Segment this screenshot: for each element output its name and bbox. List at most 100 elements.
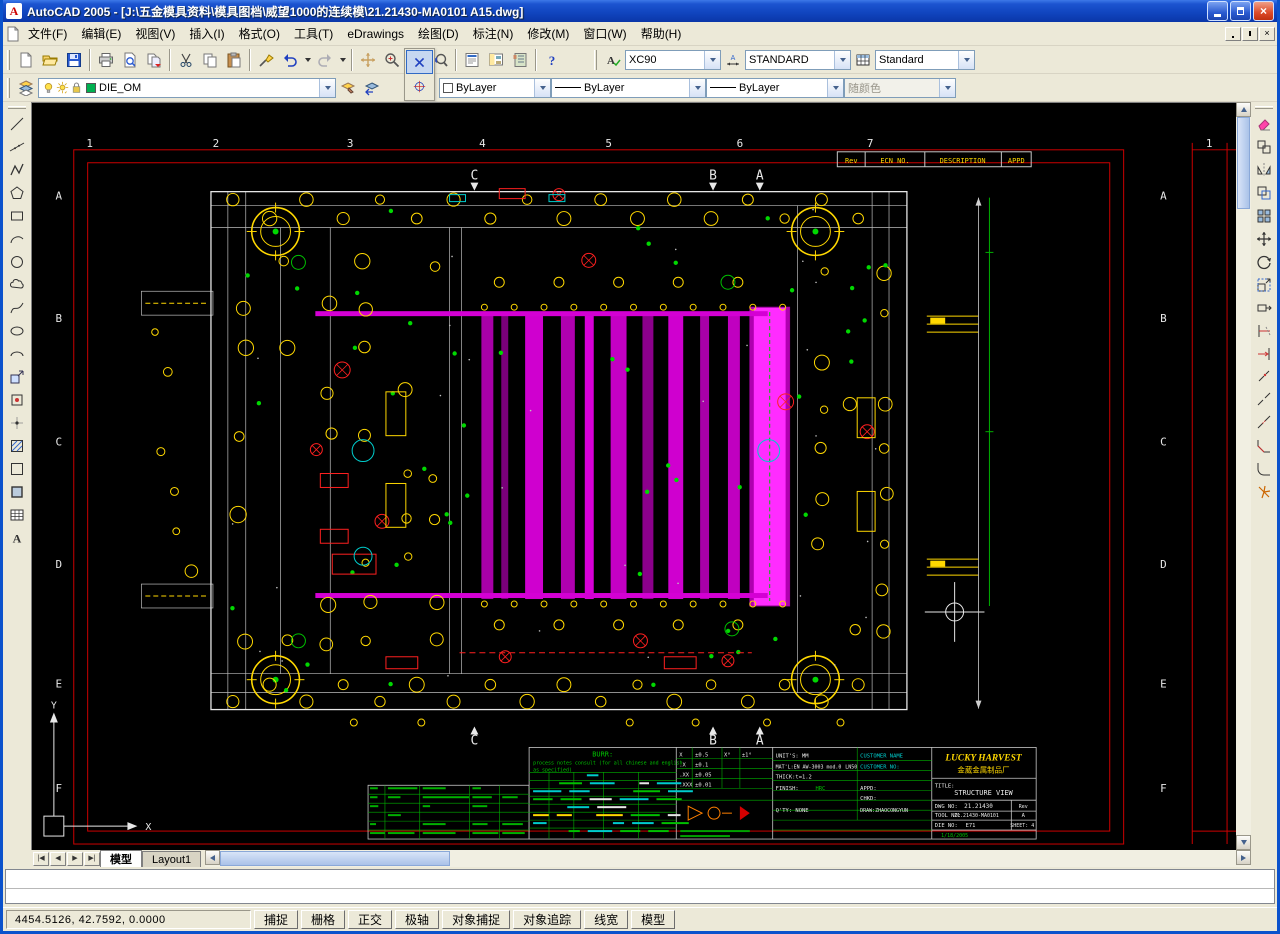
insert-block-button[interactable] — [5, 365, 29, 388]
snap-toggle[interactable]: 捕捉 — [254, 910, 299, 929]
trim-button[interactable] — [1252, 319, 1276, 342]
chevron-down-icon[interactable] — [958, 50, 974, 69]
horizontal-scrollbar[interactable] — [205, 850, 1251, 867]
scroll-left-button[interactable] — [205, 850, 221, 865]
scroll-up-button[interactable] — [1236, 102, 1251, 117]
undo-dropdown[interactable] — [302, 48, 313, 72]
dim-style-combo[interactable]: STANDARD — [745, 49, 851, 70]
tab-layout1[interactable]: Layout1 — [142, 851, 202, 867]
spline-button[interactable] — [5, 296, 29, 319]
pan-button[interactable] — [356, 47, 380, 72]
tab-first-button[interactable]: |◀ — [33, 851, 49, 866]
sun-freeze-icon[interactable] — [56, 81, 69, 94]
floating-target-button[interactable] — [406, 74, 433, 98]
hatch-button[interactable] — [5, 434, 29, 457]
multiline-text-button[interactable] — [5, 526, 29, 549]
menu-insert[interactable]: 插入(I) — [182, 22, 231, 45]
chevron-down-icon[interactable] — [319, 78, 335, 97]
redo-button[interactable] — [313, 47, 337, 72]
vertical-scroll-thumb[interactable] — [1237, 117, 1250, 209]
menu-edrawings[interactable]: eDrawings — [340, 24, 411, 44]
array-button[interactable] — [1252, 204, 1276, 227]
rotate-button[interactable] — [1252, 250, 1276, 273]
menu-edit[interactable]: 编辑(E) — [74, 22, 128, 45]
layer-combo[interactable]: DIE_OM — [38, 77, 336, 98]
open-button[interactable] — [38, 47, 62, 72]
extend-button[interactable] — [1252, 342, 1276, 365]
revision-cloud-button[interactable] — [5, 273, 29, 296]
window-close-button[interactable]: × — [1253, 1, 1274, 21]
toolbar-grip[interactable] — [594, 49, 597, 70]
text-style-combo[interactable]: XC90 — [625, 49, 721, 70]
gradient-button[interactable] — [5, 457, 29, 480]
cut-button[interactable] — [174, 47, 198, 72]
stretch-button[interactable] — [1252, 296, 1276, 319]
designcenter-button[interactable] — [484, 47, 508, 72]
toolbar-grip[interactable] — [1255, 106, 1273, 109]
osnap-toggle[interactable]: 对象捕捉 — [442, 910, 511, 929]
layer-previous-button[interactable] — [360, 75, 384, 100]
table-style-combo[interactable]: Standard — [875, 49, 975, 70]
construction-line-button[interactable] — [5, 135, 29, 158]
window-minimize-button[interactable] — [1207, 1, 1228, 21]
ortho-toggle[interactable]: 正交 — [348, 910, 393, 929]
redo-dropdown[interactable] — [337, 48, 348, 72]
otrack-toggle[interactable]: 对象追踪 — [513, 910, 582, 929]
new-button[interactable] — [14, 47, 38, 72]
offset-button[interactable] — [1252, 181, 1276, 204]
copy-button[interactable] — [198, 47, 222, 72]
tab-last-button[interactable]: ▶| — [84, 851, 100, 866]
paste-button[interactable] — [222, 47, 246, 72]
lineweight-toggle[interactable]: 线宽 — [584, 910, 629, 929]
polygon-button[interactable] — [5, 181, 29, 204]
model-space-canvas[interactable]: 1 2 3 4 5 6 7 1 A B C D E F A B C D E F … — [31, 102, 1236, 850]
color-control-combo[interactable]: ByLayer — [439, 77, 551, 98]
circle-button[interactable] — [5, 250, 29, 273]
menu-view[interactable]: 视图(V) — [128, 22, 182, 45]
chevron-down-icon[interactable] — [704, 50, 720, 69]
horizontal-scroll-thumb[interactable] — [220, 851, 451, 866]
menu-modify[interactable]: 修改(M) — [520, 22, 576, 45]
move-button[interactable] — [1252, 227, 1276, 250]
erase-button[interactable] — [1252, 112, 1276, 135]
linetype-control-combo[interactable]: ByLayer — [551, 77, 706, 98]
lock-icon[interactable] — [70, 81, 83, 94]
match-properties-button[interactable] — [254, 47, 278, 72]
ellipse-button[interactable] — [5, 319, 29, 342]
help-button[interactable] — [540, 47, 564, 72]
document-close-button[interactable]: × — [1259, 26, 1275, 41]
properties-button[interactable] — [460, 47, 484, 72]
window-restore-button[interactable] — [1230, 1, 1251, 21]
command-history[interactable] — [6, 870, 1274, 888]
publish-button[interactable] — [142, 47, 166, 72]
line-button[interactable] — [5, 112, 29, 135]
chevron-down-icon[interactable] — [834, 50, 850, 69]
make-block-button[interactable] — [5, 388, 29, 411]
rectangle-button[interactable] — [5, 204, 29, 227]
table-style-button[interactable] — [851, 47, 875, 72]
break-button[interactable] — [1252, 388, 1276, 411]
toolbar-grip[interactable] — [7, 77, 10, 98]
make-object-layer-current-button[interactable] — [336, 75, 360, 100]
chevron-down-icon[interactable] — [534, 78, 550, 97]
floating-erase-x-button[interactable] — [406, 50, 433, 74]
plot-button[interactable] — [94, 47, 118, 72]
point-button[interactable] — [5, 411, 29, 434]
dim-style-button[interactable] — [721, 47, 745, 72]
menu-help[interactable]: 帮助(H) — [634, 22, 689, 45]
horizontal-scroll-track[interactable] — [450, 850, 1236, 867]
join-button[interactable] — [1252, 411, 1276, 434]
mirror-button[interactable] — [1252, 158, 1276, 181]
zoom-realtime-button[interactable] — [380, 47, 404, 72]
menu-tools[interactable]: 工具(T) — [287, 22, 340, 45]
toolbar-grip[interactable] — [8, 106, 26, 109]
ellipse-arc-button[interactable] — [5, 342, 29, 365]
command-input[interactable] — [6, 888, 1274, 903]
break-at-point-button[interactable] — [1252, 365, 1276, 388]
tab-next-button[interactable]: ▶ — [67, 851, 83, 866]
document-restore-button[interactable] — [1242, 26, 1258, 41]
fillet-button[interactable] — [1252, 457, 1276, 480]
lineweight-control-combo[interactable]: ByLayer — [706, 77, 844, 98]
polar-toggle[interactable]: 极轴 — [395, 910, 440, 929]
model-paper-toggle[interactable]: 模型 — [631, 910, 676, 929]
